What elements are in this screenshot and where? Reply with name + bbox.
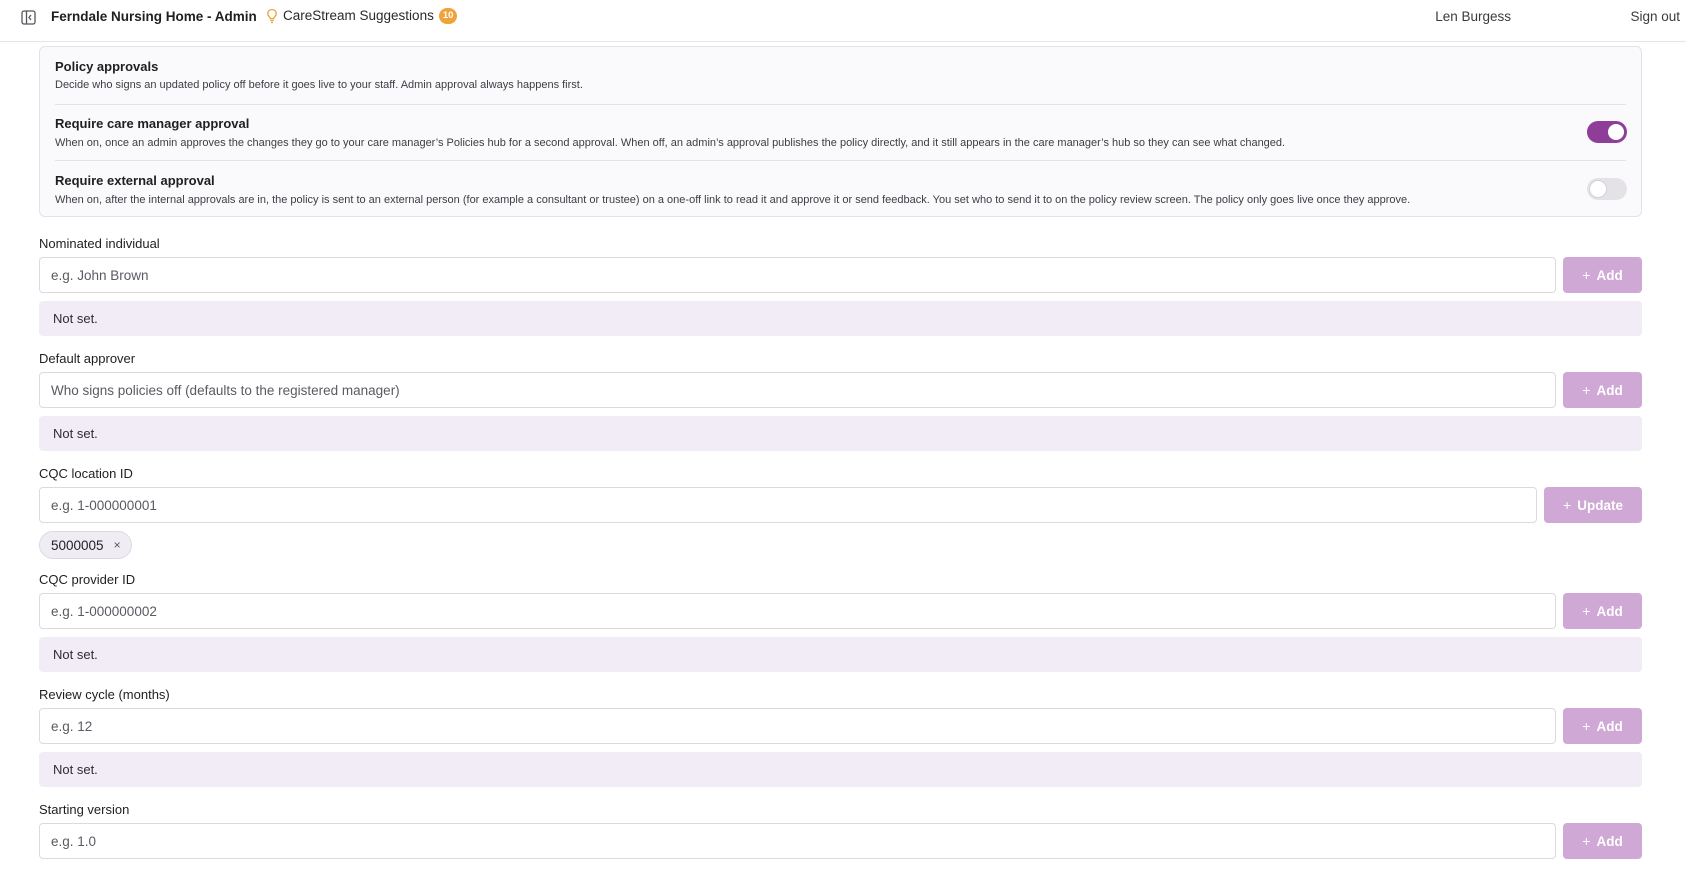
settings-content: Policy approvals Decide who signs an upd… [39,46,1642,859]
add-button-label: Add [1596,382,1623,398]
starting-version-add-button[interactable]: + Add [1563,823,1642,859]
plus-icon: + [1582,267,1591,283]
external-approval-title: Require external approval [55,173,215,188]
default-approver-input-row: + Add [39,372,1642,408]
nominated-individual-field: Nominated individual + Add Not set. [39,236,1642,336]
cqc-provider-id-add-button[interactable]: + Add [1563,593,1642,629]
close-icon[interactable]: × [114,538,121,552]
external-approval-row: Require external approval When on, after… [55,173,1627,207]
cqc-location-id-field: CQC location ID + Update 5000005 × [39,466,1642,559]
review-cycle-input-row: + Add [39,708,1642,744]
review-cycle-field: Review cycle (months) + Add Not set. [39,687,1642,787]
care-manager-approval-row: Require care manager approval When on, o… [55,116,1627,150]
user-name[interactable]: Len Burgess [1435,8,1511,25]
cqc-provider-id-input-row: + Add [39,593,1642,629]
review-cycle-input[interactable] [39,708,1556,744]
cqc-provider-id-input[interactable] [39,593,1556,629]
cqc-location-id-input-row: + Update [39,487,1642,523]
divider [55,160,1626,161]
care-manager-approval-toggle[interactable] [1587,121,1627,143]
care-manager-approval-description: When on, once an admin approves the chan… [55,137,1286,149]
external-approval-toggle[interactable] [1587,178,1627,200]
toggle-knob [1608,124,1624,140]
cqc-provider-id-status: Not set. [39,637,1642,672]
external-approval-description: When on, after the internal approvals ar… [55,194,1411,206]
policy-approvals-title: Policy approvals [55,59,159,74]
top-bar: Ferndale Nursing Home - Admin CareStream… [0,0,1686,42]
cqc-location-id-input[interactable] [39,487,1537,523]
starting-version-field: Starting version + Add [39,802,1642,859]
nominated-individual-input[interactable] [39,257,1556,293]
suggestions-label: CareStream Suggestions [283,8,434,23]
policy-approvals-description: Decide who signs an updated policy off b… [55,79,583,91]
lightbulb-icon [266,8,278,24]
review-cycle-status: Not set. [39,752,1642,787]
suggestions-count-badge: 10 [438,7,458,24]
add-button-label: Add [1596,718,1623,734]
nominated-individual-input-row: + Add [39,257,1642,293]
divider [55,104,1626,105]
nominated-individual-add-button[interactable]: + Add [1563,257,1642,293]
add-button-label: Add [1596,267,1623,283]
starting-version-input[interactable] [39,823,1556,859]
review-cycle-label: Review cycle (months) [39,687,170,702]
app-title: Ferndale Nursing Home - Admin [51,9,257,24]
default-approver-field: Default approver + Add Not set. [39,351,1642,451]
sign-out-link[interactable]: Sign out [1630,8,1680,25]
nominated-individual-label: Nominated individual [39,236,160,251]
add-button-label: Add [1596,833,1623,849]
default-approver-label: Default approver [39,351,136,366]
chip-value: 5000005 [51,537,104,553]
update-button-label: Update [1577,497,1623,513]
add-button-label: Add [1596,603,1623,619]
default-approver-add-button[interactable]: + Add [1563,372,1642,408]
care-manager-approval-title: Require care manager approval [55,116,250,131]
plus-icon: + [1563,497,1572,513]
cqc-provider-id-label: CQC provider ID [39,572,136,587]
starting-version-input-row: + Add [39,823,1642,859]
nominated-individual-status: Not set. [39,301,1642,336]
default-approver-input[interactable] [39,372,1556,408]
default-approver-status: Not set. [39,416,1642,451]
sidebar-toggle-icon[interactable] [19,8,37,26]
review-cycle-add-button[interactable]: + Add [1563,708,1642,744]
plus-icon: + [1582,833,1591,849]
cqc-provider-id-field: CQC provider ID + Add Not set. [39,572,1642,672]
policy-approvals-header: Policy approvals Decide who signs an upd… [55,59,583,92]
policy-approvals-card: Policy approvals Decide who signs an upd… [39,46,1642,217]
cqc-location-id-chip: 5000005 × [39,531,132,559]
plus-icon: + [1582,718,1591,734]
cqc-location-id-label: CQC location ID [39,466,133,481]
plus-icon: + [1582,382,1591,398]
toggle-knob [1590,181,1606,197]
starting-version-label: Starting version [39,802,130,817]
cqc-location-id-update-button[interactable]: + Update [1544,487,1642,523]
plus-icon: + [1582,603,1591,619]
suggestions-link[interactable]: CareStream Suggestions 10 [266,7,458,24]
